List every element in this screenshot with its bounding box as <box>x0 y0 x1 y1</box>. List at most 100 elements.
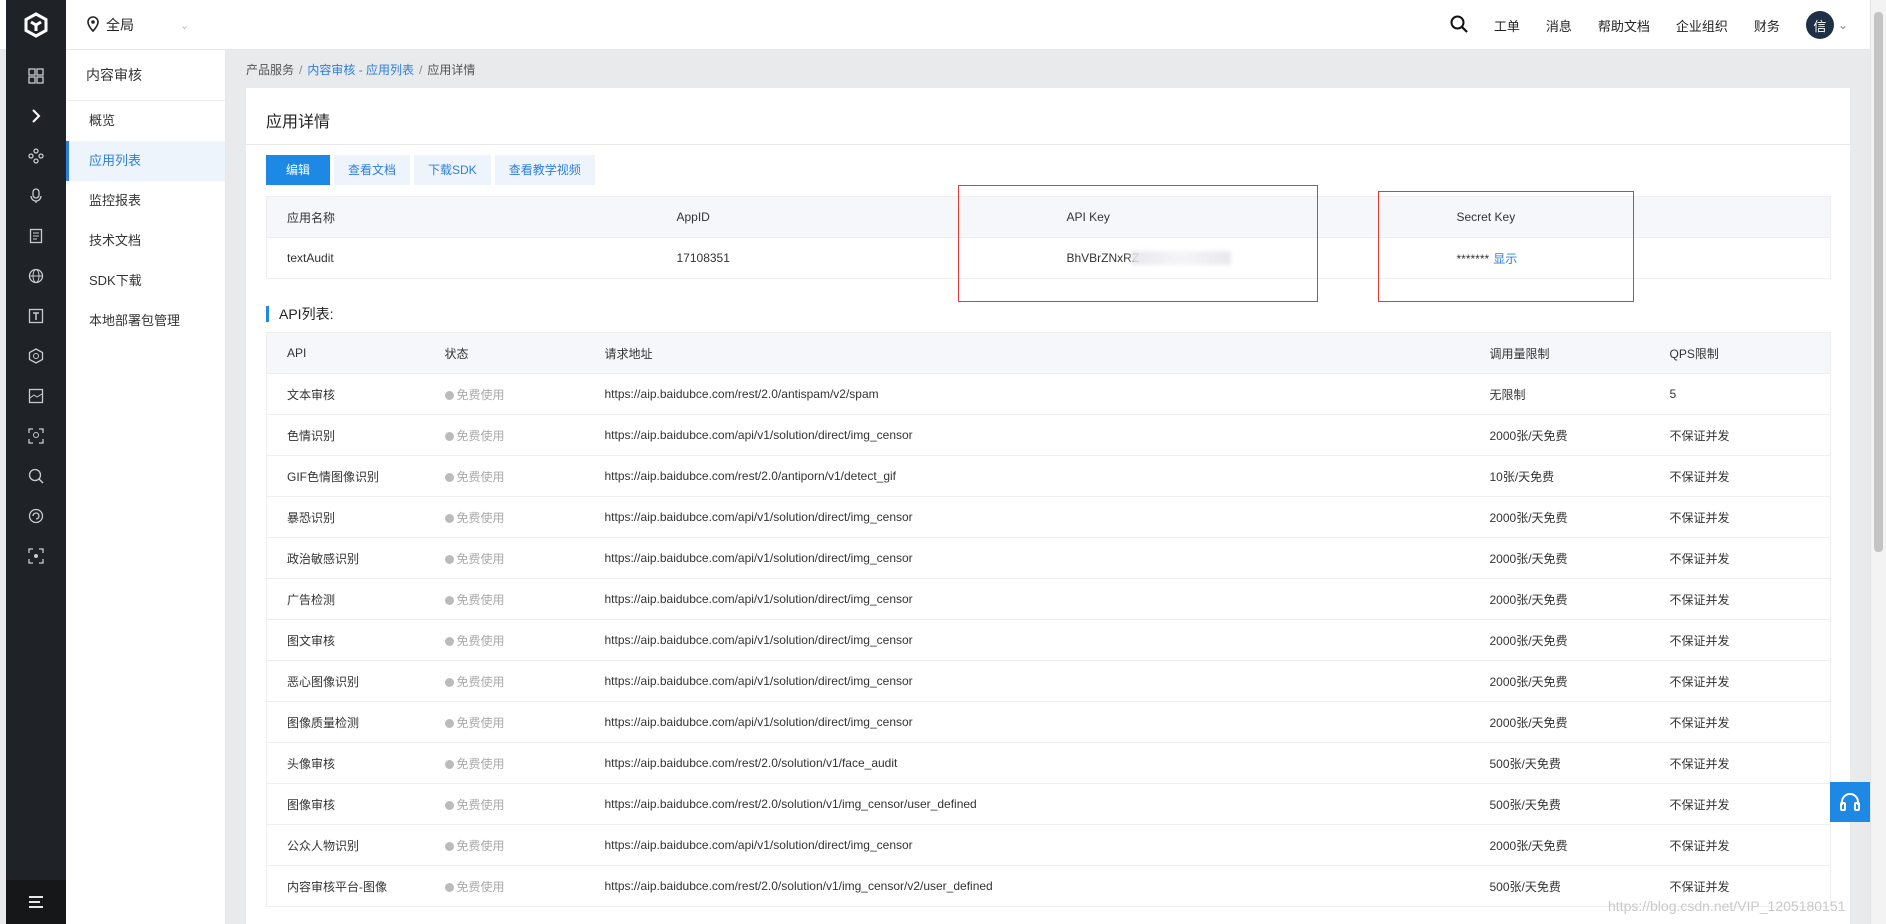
watermark: https://blog.csdn.net/VIP_1205180151 <box>1608 898 1846 914</box>
view-tutorial-video-button[interactable]: 查看教学视频 <box>494 155 595 185</box>
table-row: 文本审核 免费使用 https://aip.baidubce.com/rest/2.… <box>266 373 1831 415</box>
page-title: 应用详情 <box>266 114 331 131</box>
download-sdk-button[interactable]: 下载SDK <box>414 155 491 185</box>
qps-cell: 不保证并发 <box>1649 701 1831 743</box>
network-icon[interactable] <box>6 136 66 176</box>
nav-ticket[interactable]: 工单 <box>1494 16 1520 35</box>
sidebar-item-app-list[interactable]: 应用列表 <box>66 141 225 181</box>
request-url-cell: https://aip.baidubce.com/api/v1/solution… <box>584 414 1470 456</box>
status-dot-icon <box>444 882 454 892</box>
qps-cell: 不保证并发 <box>1649 537 1831 579</box>
top-bar: 全局 ⌄ 工单 消息 帮助文档 企业组织 财务 信 ⌄ <box>0 0 1886 50</box>
status-cell: 免费使用 <box>424 742 585 784</box>
status-cell: 免费使用 <box>424 660 585 702</box>
location-pin-icon <box>86 15 100 35</box>
region-selector[interactable]: 全局 ⌄ <box>86 15 189 35</box>
status-text: 免费使用 <box>456 633 505 648</box>
cube-icon[interactable] <box>6 336 66 376</box>
status-dot-icon <box>444 431 454 441</box>
table-row: 图文审核 免费使用 https://aip.baidubce.com/api/v1/… <box>266 619 1831 661</box>
region-label: 全局 <box>106 17 134 33</box>
status-dot-icon <box>444 759 454 769</box>
status-cell: 免费使用 <box>424 701 585 743</box>
search-icon[interactable] <box>1450 15 1468 36</box>
api-name-cell: 内容审核平台-图像 <box>266 865 425 907</box>
status-text: 免费使用 <box>456 387 505 402</box>
sidebar-item-local-deploy[interactable]: 本地部署包管理 <box>66 301 225 341</box>
nav-help-docs[interactable]: 帮助文档 <box>1598 16 1650 35</box>
sidebar-item-monitoring[interactable]: 监控报表 <box>66 181 225 221</box>
api-name-cell: 图像审核 <box>266 783 425 825</box>
face-scan-icon[interactable] <box>6 416 66 456</box>
request-url-cell: https://aip.baidubce.com/api/v1/solution… <box>584 660 1470 702</box>
table-row: 政治敏感识别 免费使用 https://aip.baidubce.com/api/v… <box>266 537 1831 579</box>
grid-icon[interactable] <box>6 56 66 96</box>
qps-cell: 不保证并发 <box>1649 619 1831 661</box>
breadcrumb-root[interactable]: 产品服务 <box>246 63 294 77</box>
page-scrollbar[interactable] <box>1870 0 1886 924</box>
request-url-cell: https://aip.baidubce.com/api/v1/solution… <box>584 619 1470 661</box>
col-status: 状态 <box>424 332 585 374</box>
status-text: 免费使用 <box>456 510 505 525</box>
status-cell: 免费使用 <box>424 578 585 620</box>
api-name-cell: 公众人物识别 <box>266 824 425 866</box>
highlight-box-secret-key <box>1378 191 1634 302</box>
sidebar-item-overview[interactable]: 概览 <box>66 101 225 141</box>
api-name-cell: 头像审核 <box>266 742 425 784</box>
refresh-circle-icon[interactable] <box>6 496 66 536</box>
table-row: 恶心图像识别 免费使用 https://aip.baidubce.com/api/v… <box>266 660 1831 702</box>
cloud-logo-icon[interactable] <box>6 0 66 50</box>
status-cell: 免费使用 <box>424 619 585 661</box>
status-cell: 免费使用 <box>424 537 585 579</box>
table-header-row: API 状态 请求地址 调用量限制 QPS限制 <box>266 332 1831 374</box>
col-api: API <box>266 332 425 374</box>
nav-organization[interactable]: 企业组织 <box>1676 16 1728 35</box>
status-dot-icon <box>444 554 454 564</box>
chevron-right-icon[interactable] <box>6 96 66 136</box>
call-limit-cell: 2000张/天免费 <box>1469 824 1650 866</box>
status-text: 免费使用 <box>456 469 505 484</box>
status-text: 免费使用 <box>456 715 505 730</box>
request-url-cell: https://aip.baidubce.com/rest/2.0/antisp… <box>584 373 1470 415</box>
table-row: 图像质量检测 免费使用 https://aip.baidubce.com/api/v… <box>266 701 1831 743</box>
table-row: 内容审核平台-图像 免费使用 https://aip.baidubce.com/re… <box>266 865 1831 907</box>
document-icon[interactable] <box>6 216 66 256</box>
globe-icon[interactable] <box>6 256 66 296</box>
qps-cell: 不保证并发 <box>1649 414 1831 456</box>
service-sidebar: 内容审核 概览 应用列表 监控报表 技术文档 SDK下载 本地部署包管理 <box>66 50 226 924</box>
status-dot-icon <box>444 800 454 810</box>
text-t-icon[interactable] <box>6 296 66 336</box>
target-scan-icon[interactable] <box>6 536 66 576</box>
highlight-box-api-key <box>958 185 1318 302</box>
api-name-cell: 图文审核 <box>266 619 425 661</box>
image-frame-icon[interactable] <box>6 376 66 416</box>
breadcrumb: 产品服务 / 内容审核 - 应用列表 / 应用详情 <box>246 61 475 78</box>
avatar: 信 <box>1805 11 1834 39</box>
table-row: 色情识别 免费使用 https://aip.baidubce.com/api/v1/… <box>266 414 1831 456</box>
call-limit-cell: 2000张/天免费 <box>1469 537 1650 579</box>
breadcrumb-link-app-list[interactable]: 内容审核 - 应用列表 <box>307 63 414 77</box>
api-name-cell: GIF色情图像识别 <box>266 455 425 497</box>
user-menu[interactable]: 信 ⌄ <box>1805 11 1848 39</box>
api-name-cell: 恶心图像识别 <box>266 660 425 702</box>
table-row: 公众人物识别 免费使用 https://aip.baidubce.com/api/v… <box>266 824 1831 866</box>
table-row: 广告检测 免费使用 https://aip.baidubce.com/api/v1/… <box>266 578 1831 620</box>
sidebar-item-tech-docs[interactable]: 技术文档 <box>66 221 225 261</box>
scrollbar-thumb[interactable] <box>1874 12 1883 552</box>
edit-button[interactable]: 编辑 <box>266 155 330 185</box>
nav-messages[interactable]: 消息 <box>1546 16 1572 35</box>
view-docs-button[interactable]: 查看文档 <box>334 155 411 185</box>
status-cell: 免费使用 <box>424 824 585 866</box>
qps-cell: 不保证并发 <box>1649 824 1831 866</box>
breadcrumb-current: 应用详情 <box>427 63 476 77</box>
nav-finance[interactable]: 财务 <box>1754 16 1780 35</box>
status-text: 免费使用 <box>456 756 505 771</box>
microphone-icon[interactable] <box>6 176 66 216</box>
sidebar-item-sdk-download[interactable]: SDK下载 <box>66 261 225 301</box>
headset-support-icon[interactable] <box>1830 782 1870 822</box>
sidebar-title: 内容审核 <box>66 50 225 101</box>
search-analysis-icon[interactable] <box>6 456 66 496</box>
menu-lines-icon[interactable] <box>6 880 66 924</box>
request-url-cell: https://aip.baidubce.com/api/v1/solution… <box>584 537 1470 579</box>
col-app-name: 应用名称 <box>266 196 657 238</box>
